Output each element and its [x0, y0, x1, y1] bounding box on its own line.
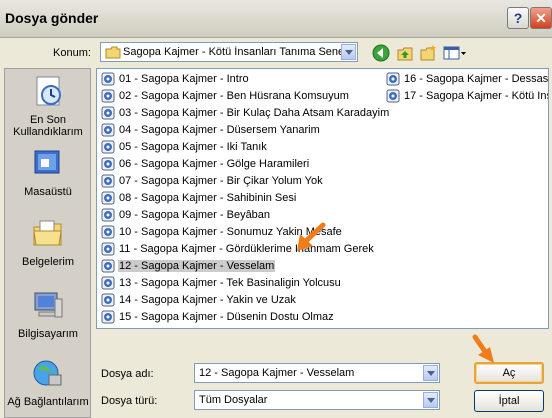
chevron-down-icon[interactable]	[423, 392, 438, 408]
my-documents-icon	[33, 220, 62, 246]
close-button[interactable]: ✕	[530, 7, 552, 29]
audio-file-icon	[101, 72, 115, 86]
desktop-icon	[34, 150, 60, 174]
place-desktop[interactable]: Masaüstü	[5, 147, 91, 198]
location-value: Sagopa Kajmer - Kötü İnsanları Tanıma Se…	[123, 46, 341, 58]
audio-file-icon	[386, 72, 400, 86]
filetype-select[interactable]: Tüm Dosyalar	[194, 390, 440, 410]
audio-file-icon	[386, 89, 400, 103]
file-item-label: 01 - Sagopa Kajmer - Intro	[119, 73, 249, 85]
place-computer[interactable]: Bilgisayarım	[5, 289, 91, 340]
place-documents-label: Belgelerim	[22, 256, 74, 268]
up-folder-icon[interactable]	[396, 44, 414, 62]
help-button[interactable]: ?	[507, 7, 529, 29]
open-button[interactable]: Aç	[474, 362, 544, 384]
file-item-label: 14 - Sagopa Kajmer - Yakin ve Uzak	[119, 294, 296, 306]
filename-field[interactable]: 12 - Sagopa Kajmer - Vesselam	[194, 363, 440, 383]
audio-file-icon	[101, 174, 115, 188]
place-recent[interactable]: En Son Kullandıklarım	[5, 75, 91, 138]
audio-file-icon	[101, 310, 115, 324]
place-desktop-label: Masaüstü	[24, 186, 72, 198]
audio-file-icon	[101, 106, 115, 120]
my-computer-icon	[34, 292, 63, 318]
audio-file-icon	[101, 123, 115, 137]
file-item-label: 15 - Sagopa Kajmer - Düsenin Dostu Olmaz	[119, 311, 334, 323]
audio-file-icon	[101, 140, 115, 154]
place-documents[interactable]: Belgelerim	[5, 217, 91, 268]
location-label: Konum:	[53, 47, 91, 59]
file-item-label: 08 - Sagopa Kajmer - Sahibinin Sesi	[119, 192, 297, 204]
filetype-label: Dosya türü:	[101, 395, 158, 407]
chevron-down-icon[interactable]	[423, 365, 438, 381]
place-recent-label: En Son Kullandıklarım	[13, 114, 83, 138]
audio-file-icon	[101, 276, 115, 290]
filetype-value: Tüm Dosyalar	[199, 394, 268, 406]
place-network-label: Ağ Bağlantılarım	[7, 396, 89, 408]
arrow-annotation-icon	[297, 222, 326, 251]
audio-file-icon	[101, 225, 115, 239]
folder-icon	[105, 46, 121, 59]
audio-file-icon	[101, 157, 115, 171]
audio-file-icon	[101, 293, 115, 307]
audio-file-icon	[101, 208, 115, 222]
file-item-label: 02 - Sagopa Kajmer - Ben Hüsrana Komsuyu…	[119, 90, 349, 102]
arrow-annotation-icon	[472, 334, 494, 363]
file-item-label: 05 - Sagopa Kajmer - Iki Tanık	[119, 141, 267, 153]
filename-value: 12 - Sagopa Kajmer - Vesselam	[199, 367, 355, 379]
file-list[interactable]: 01 - Sagopa Kajmer - Intro 02 - Sagopa Ka…	[96, 68, 549, 329]
file-item-label: 09 - Sagopa Kajmer - Beyâban	[119, 209, 271, 221]
chevron-down-icon[interactable]	[341, 44, 356, 60]
filename-label: Dosya adı:	[101, 368, 154, 380]
title-bar: Dosya gönder ? ✕	[0, 0, 552, 38]
place-network[interactable]: Ağ Bağlantılarım	[5, 357, 91, 408]
back-icon[interactable]	[372, 44, 390, 62]
file-item-label: 03 - Sagopa Kajmer - Bir Kulaç Daha Atsa…	[119, 107, 390, 119]
file-item-label: 13 - Sagopa Kajmer - Tek Basinaligin Yol…	[119, 277, 341, 289]
file-item-label: 11 - Sagopa Kajmer - Gördüklerime Inanma…	[119, 243, 374, 255]
audio-file-icon	[101, 259, 115, 273]
file-item-label: 06 - Sagopa Kajmer - Gölge Haramileri	[119, 158, 310, 170]
window-title: Dosya gönder	[5, 10, 99, 26]
file-item-label: 16 - Sagopa Kajmer - Dessas	[404, 73, 549, 85]
file-item-label: 07 - Sagopa Kajmer - Bir Çikar Yolum Yok	[119, 175, 323, 187]
cancel-button[interactable]: İptal	[474, 390, 544, 412]
recent-documents-icon	[36, 76, 61, 106]
audio-file-icon	[101, 191, 115, 205]
place-computer-label: Bilgisayarım	[18, 328, 78, 340]
network-places-icon	[33, 360, 62, 386]
view-menu-icon[interactable]	[443, 44, 467, 62]
location-combo[interactable]: Sagopa Kajmer - Kötü İnsanları Tanıma Se…	[100, 42, 358, 62]
audio-file-icon	[101, 242, 115, 256]
file-item-label: 12 - Sagopa Kajmer - Vesselam	[118, 260, 276, 272]
places-bar: En Son Kullandıklarım Masaüstü Belgeleri…	[4, 68, 91, 418]
audio-file-icon	[101, 89, 115, 103]
new-folder-icon[interactable]	[419, 44, 437, 62]
file-item-label: 04 - Sagopa Kajmer - Düsersem Yanarim	[119, 124, 320, 136]
file-item-label: 17 - Sagopa Kajmer - Kötü Insanlari Tani…	[404, 90, 548, 102]
